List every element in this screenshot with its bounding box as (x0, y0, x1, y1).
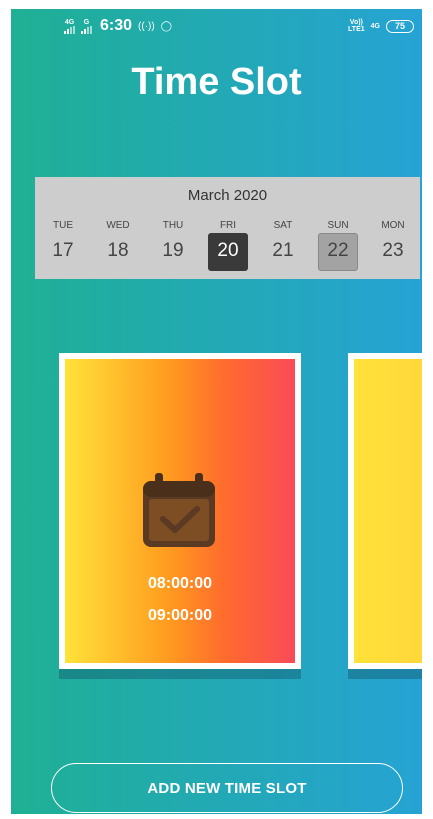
app-screen: 4G G 6:30 ((·)) ◯ Vo)) LTE1 4G 75 Time S… (11, 9, 422, 814)
day-name: WED (106, 220, 130, 231)
volte-icon: Vo)) LTE1 (348, 19, 365, 33)
status-left: 4G G 6:30 ((·)) ◯ (64, 17, 172, 35)
network-type-label: 4G (64, 18, 75, 26)
status-bar: 4G G 6:30 ((·)) ◯ Vo)) LTE1 4G 75 (11, 9, 422, 45)
time-slot-card[interactable]: 08:00:00 09:00:00 (59, 353, 301, 669)
day-name: MON (381, 220, 405, 231)
day-name: TUE (53, 220, 73, 231)
day-number: 18 (107, 240, 129, 261)
day-number: 23 (382, 240, 404, 261)
calendar-day-selected[interactable]: FRI 20 (208, 219, 248, 271)
calendar-check-icon (143, 473, 215, 547)
day-number: 17 (52, 240, 74, 261)
calendar-day[interactable]: THU 19 (153, 219, 193, 261)
network-type-label: G (83, 18, 90, 26)
page-title: Time Slot (131, 61, 302, 103)
calendar-day[interactable]: MON 23 (373, 219, 413, 261)
slot-start-time: 08:00:00 (147, 575, 213, 592)
calendar-strip[interactable]: March 2020 TUE 17 WED 18 THU 19 FRI 20 S… (35, 177, 420, 279)
day-number: 19 (162, 240, 184, 261)
calendar-month: March 2020 (187, 187, 268, 204)
day-name: FRI (219, 220, 237, 231)
hotspot-icon: ((·)) (138, 20, 155, 32)
signal-bars-icon (64, 25, 75, 34)
battery-icon: 75 (386, 19, 414, 33)
day-number: 22 (327, 240, 349, 261)
status-right: Vo)) LTE1 4G 75 (348, 19, 414, 33)
calendar-day-today[interactable]: SUN 22 (318, 219, 358, 271)
signal-bars-icon (81, 25, 92, 34)
time-slot-card-next[interactable] (348, 353, 422, 669)
add-new-time-slot-button[interactable]: ADD NEW TIME SLOT (51, 763, 403, 813)
card-shadow (348, 669, 422, 679)
day-name: SUN (327, 220, 349, 231)
whatsapp-icon: ◯ (160, 20, 172, 32)
network-signal-1: 4G (64, 19, 75, 34)
slot-end-time: 09:00:00 (147, 607, 213, 624)
calendar-day[interactable]: WED 18 (98, 219, 138, 261)
calendar-day[interactable]: TUE 17 (43, 219, 83, 261)
day-name: SAT (273, 220, 293, 231)
day-name: THU (162, 220, 184, 231)
day-number: 21 (272, 240, 294, 261)
status-time: 6:30 (100, 17, 133, 34)
network-4g-icon: 4G (370, 22, 380, 30)
time-slot-card-body (354, 359, 422, 663)
network-signal-2: G (81, 19, 92, 34)
calendar-day[interactable]: SAT 21 (263, 219, 303, 261)
day-number: 20 (217, 240, 239, 261)
time-slot-card-body: 08:00:00 09:00:00 (65, 359, 295, 663)
card-shadow (59, 669, 301, 679)
